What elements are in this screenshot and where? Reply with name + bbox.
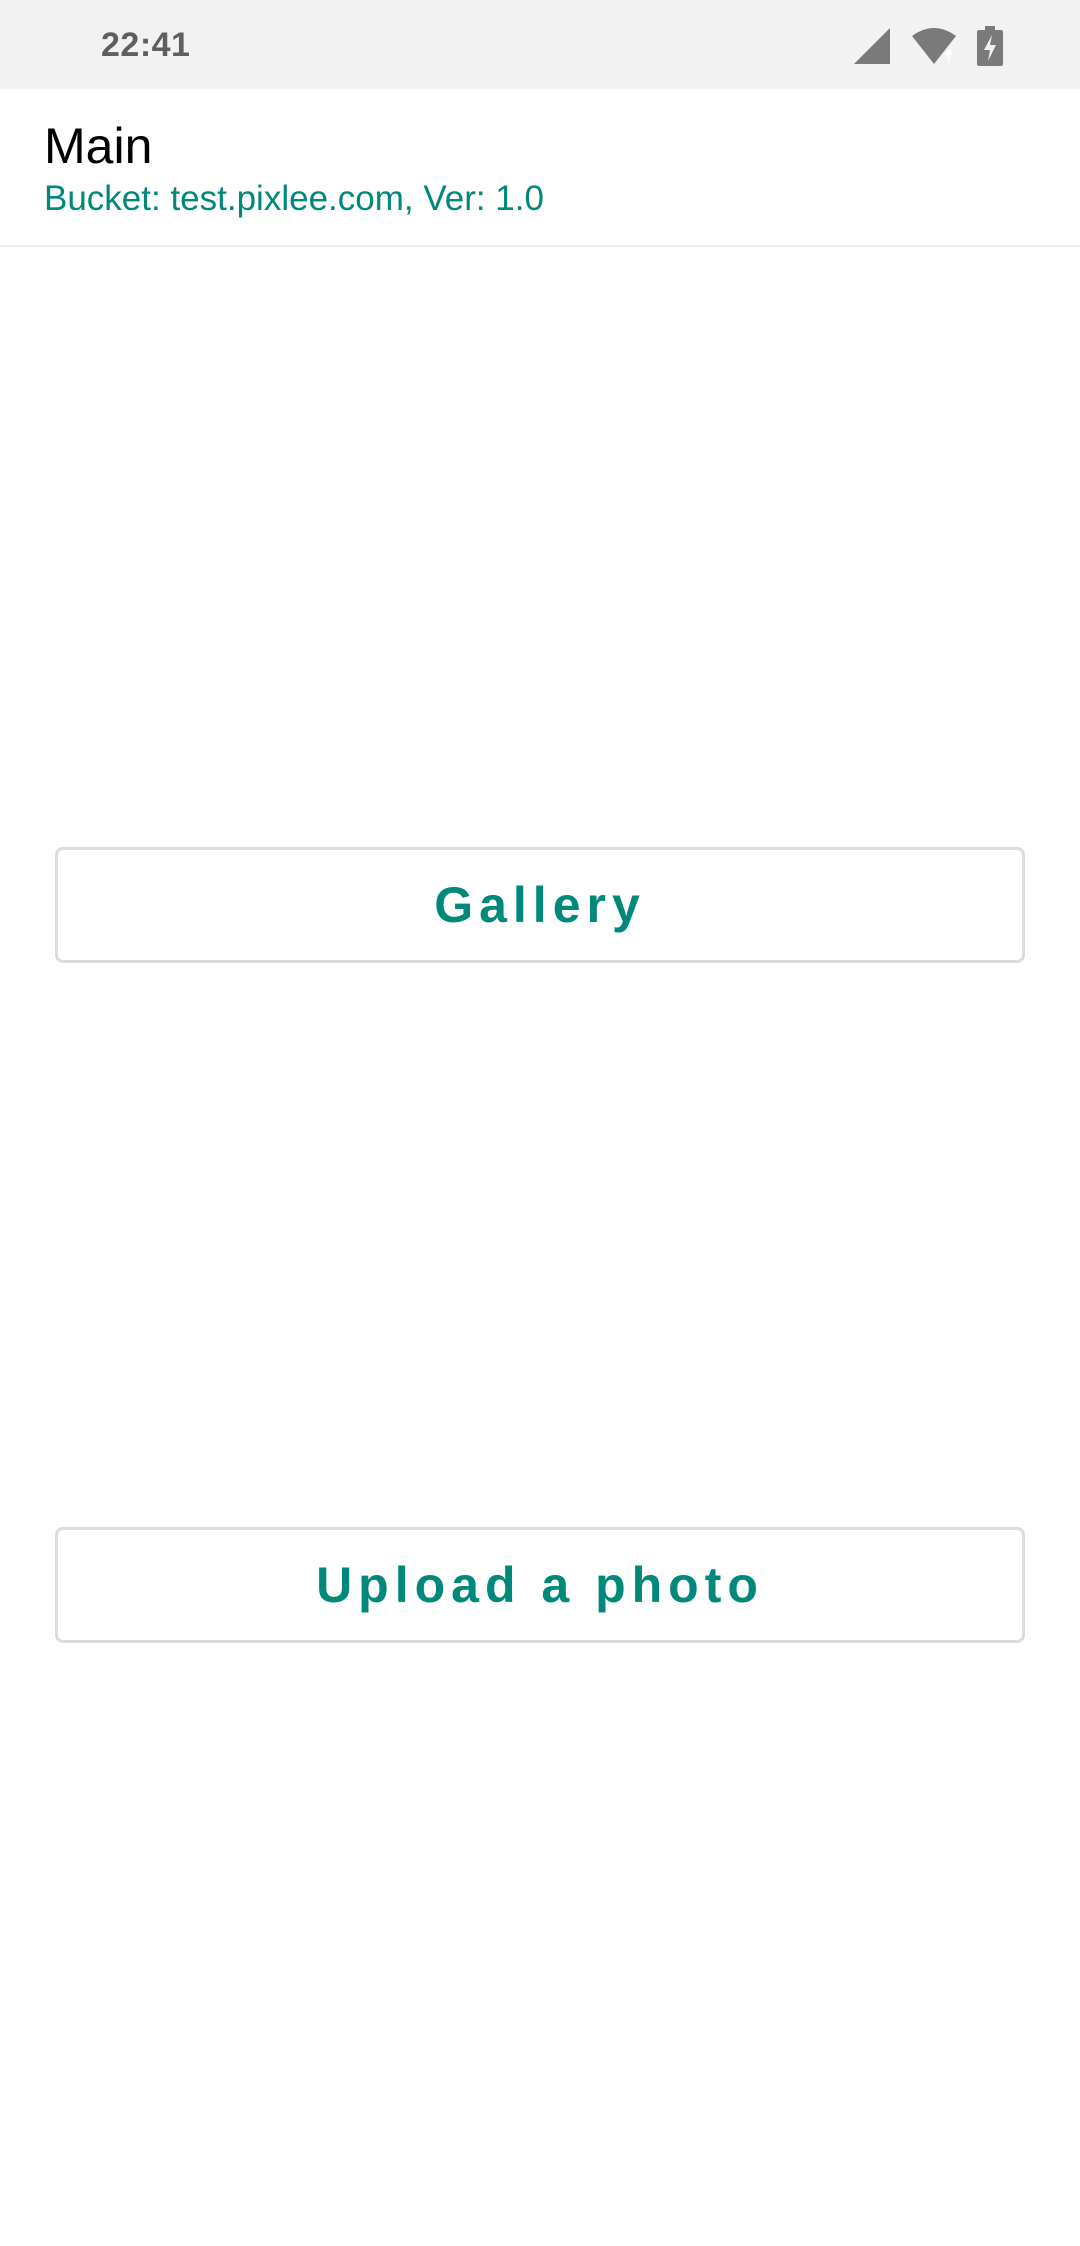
signal-icon [852,26,892,66]
gallery-button[interactable]: Gallery [55,847,1025,963]
wifi-icon [910,26,958,66]
battery-charging-icon [976,26,1004,66]
app-bar: Main Bucket: test.pixlee.com, Ver: 1.0 [0,89,1080,247]
page-subtitle: Bucket: test.pixlee.com, Ver: 1.0 [44,179,544,218]
status-time: 22:41 [101,26,191,64]
status-bar: 22:41 [0,0,1080,89]
upload-photo-button[interactable]: Upload a photo [55,1527,1025,1643]
main-screen: 22:41 Main Bucket: test.pixlee.com, Ver:… [0,0,1080,2246]
status-icons [852,24,1004,68]
page-title: Main [44,118,153,174]
